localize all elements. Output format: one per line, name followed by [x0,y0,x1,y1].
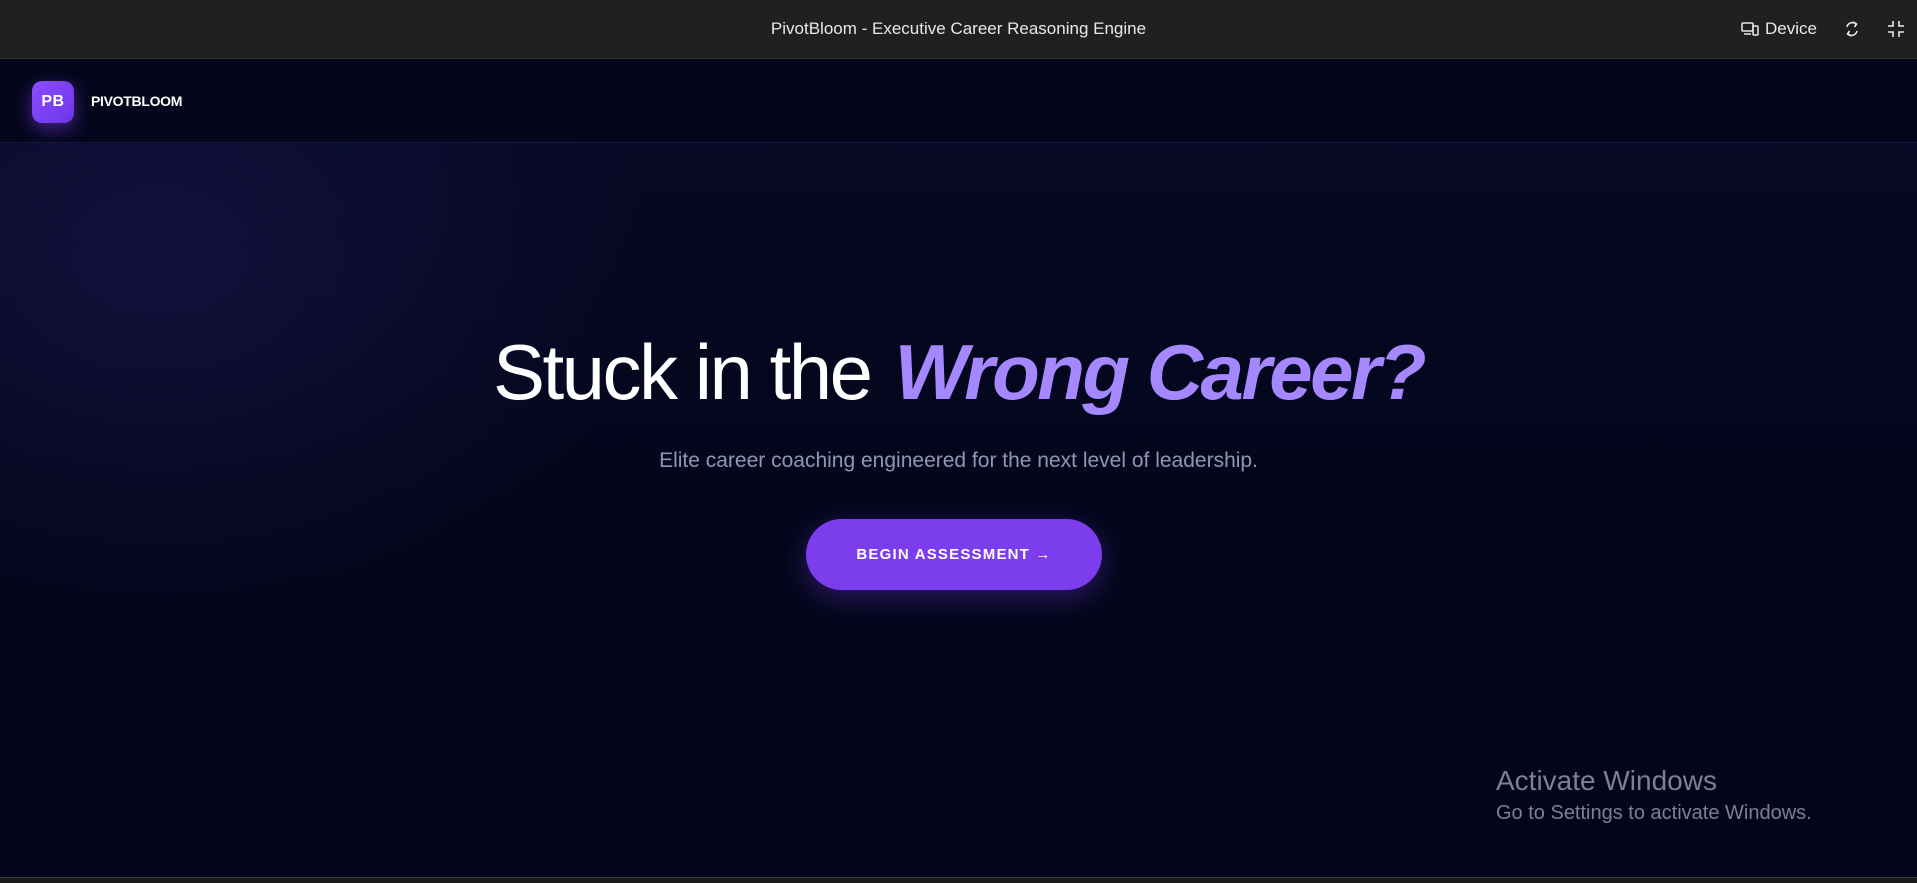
hero-subhead: Elite career coaching engineered for the… [659,449,1258,472]
window-title: PivotBloom - Executive Career Reasoning … [770,19,1147,38]
device-icon [1741,21,1759,37]
headline-accent: Wrong Career? [894,328,1427,416]
exit-fullscreen-icon [1887,20,1905,38]
watermark-subtitle: Go to Settings to activate Windows. [1496,802,1812,824]
refresh-icon [1843,20,1861,38]
exit-fullscreen-button[interactable] [1887,20,1905,38]
window-controls: Device [1741,0,1905,58]
device-button[interactable]: Device [1741,19,1817,39]
headline-plain: Stuck in the [492,328,873,416]
logo-mark[interactable]: PB [32,81,74,123]
logo-text[interactable]: PIVOTBLOOM [91,91,182,111]
watermark-title: Activate Windows [1496,765,1717,796]
window-titlebar: PivotBloom - Executive Career Reasoning … [0,0,1917,59]
device-label: Device [1765,19,1817,38]
activate-windows-watermark: Activate Windows Go to Settings to activ… [1496,763,1812,827]
window-bottom-edge [0,877,1917,883]
app-viewport: PB PIVOTBLOOM Stuck in the Wrong Career? … [0,59,1917,877]
refresh-button[interactable] [1843,20,1861,38]
hero-headline: Stuck in the Wrong Career? [0,324,1917,420]
top-navbar: PB PIVOTBLOOM [0,59,1917,143]
begin-assessment-button[interactable]: BEGIN ASSESSMENT → [806,519,1102,590]
